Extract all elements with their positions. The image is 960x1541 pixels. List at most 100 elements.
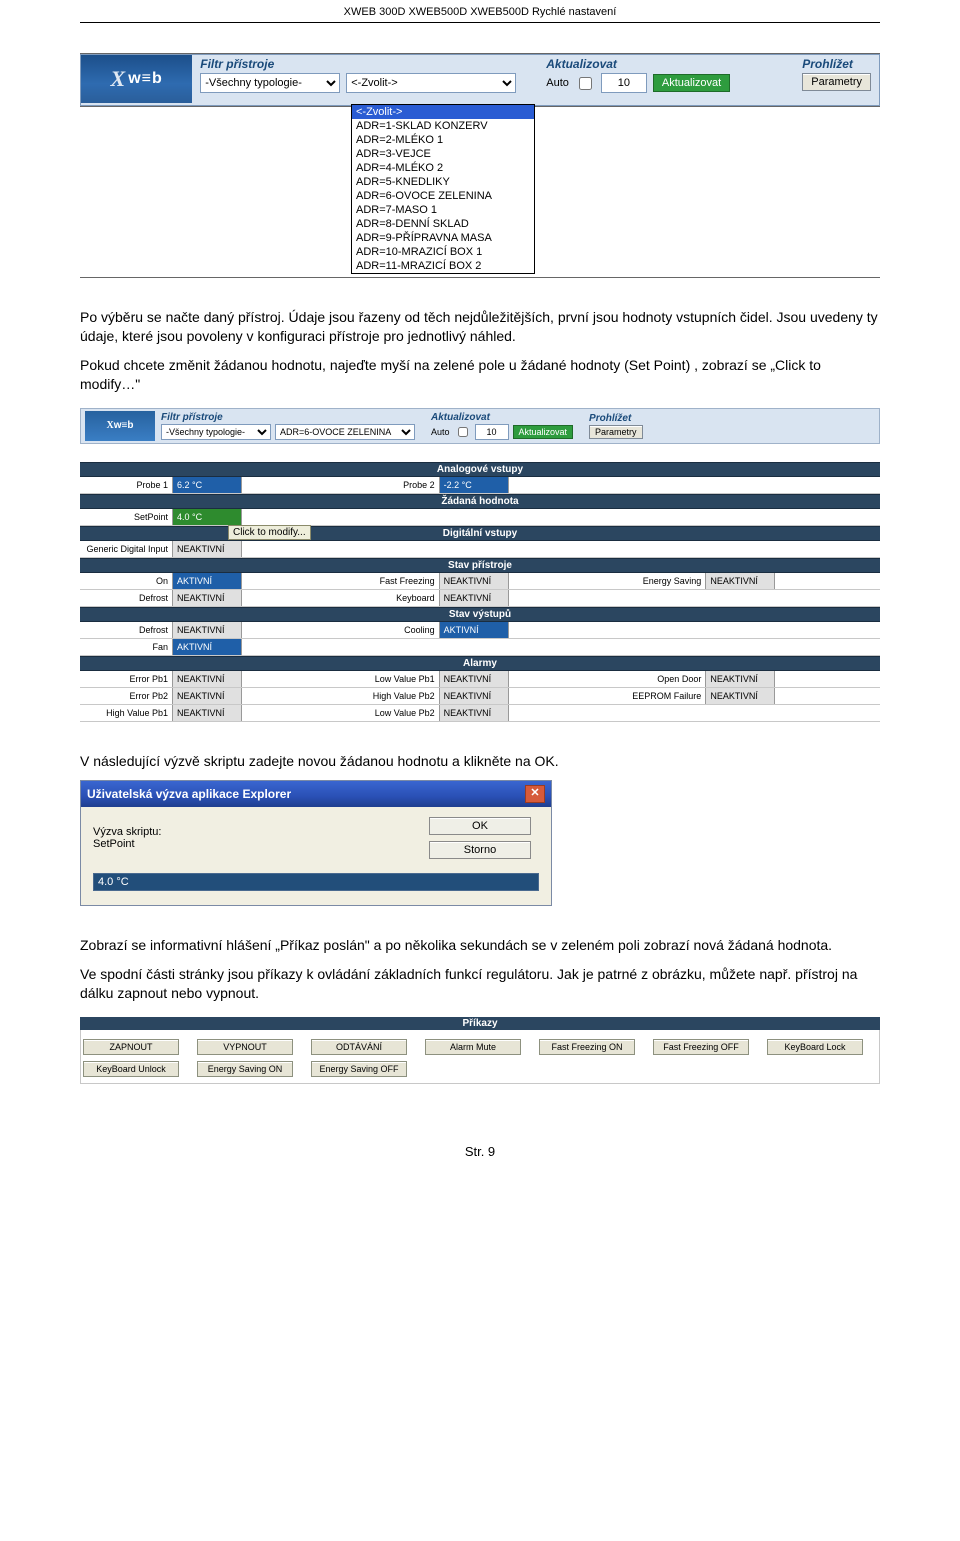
paragraph: Pokud chcete změnit žádanou hodnotu, naj… [80,356,880,394]
device-select[interactable]: <-Zvolit-> [346,73,516,93]
probe2-label: Probe 2 [347,477,439,493]
interval-input[interactable] [475,424,509,440]
alarm-row: High Value Pb1NEAKTIVNÍ Low Value Pb2NEA… [80,705,880,722]
typology-select[interactable]: -Všechny typologie- [161,424,271,440]
cmd-fast-freezing-on[interactable]: Fast Freezing ON [539,1039,635,1055]
dialog-titlebar: Uživatelská výzva aplikace Explorer ✕ [81,781,551,807]
filter-label: Filtr přístroje [200,57,530,71]
screenshot-toolbar-dropdown: X w≡b Filtr přístroje -Všechny typologie… [80,53,880,278]
section-header-status: Stav přístroje [80,558,880,573]
update-label: Aktualizovat [431,412,573,423]
dropdown-option[interactable]: ADR=11-MRAZICÍ BOX 2 [352,259,534,273]
mini-toolbar: Xw≡b Filtr přístroje -Všechny typologie-… [80,408,880,444]
close-icon[interactable]: ✕ [525,785,545,803]
page-footer: Str. 9 [0,1144,960,1189]
dropdown-option[interactable]: ADR=10-MRAZICÍ BOX 1 [352,245,534,259]
dropdown-option[interactable]: ADR=8-DENNÍ SKLAD [352,217,534,231]
dropdown-option[interactable]: ADR=9-PŘÍPRAVNA MASA [352,231,534,245]
outputs-row: FanAKTIVNÍ [80,639,880,656]
device-dropdown-list[interactable]: <-Zvolit-> ADR=1-SKLAD KONZERV ADR=2-MLÉ… [351,104,535,274]
gdi-label: Generic Digital Input [80,541,172,557]
parameters-button[interactable]: Parametry [589,425,643,439]
alarm-row: Error Pb2NEAKTIVNÍ High Value Pb2NEAKTIV… [80,688,880,705]
section-header-alarms: Alarmy [80,656,880,671]
paragraph: Po výběru se načte daný přístroj. Údaje … [80,308,880,346]
view-label: Prohlížet [802,57,871,71]
paragraph: Zobrazí se informativní hlášení „Příkaz … [80,936,880,955]
filter-toolbar: X w≡b Filtr přístroje -Všechny typologie… [80,54,880,106]
cmd-vypnout[interactable]: VYPNOUT [197,1039,293,1055]
screenshot-commands: Příkazy ZAPNOUT VYPNOUT ODTÁVÁNÍ Alarm M… [80,1017,880,1084]
ok-button[interactable]: OK [429,817,531,835]
device-select[interactable]: ADR=6-OVOCE ZELENINA [275,424,415,440]
update-group: Aktualizovat Auto Aktualizovat [538,55,794,93]
cmd-zapnout[interactable]: ZAPNOUT [83,1039,179,1055]
commands-row-2: KeyBoard Unlock Energy Saving ON Energy … [83,1058,877,1080]
dropdown-option[interactable]: ADR=7-MASO 1 [352,203,534,217]
divider [80,277,880,278]
setpoint-label: SetPoint [80,509,172,525]
dropdown-selected-item[interactable]: <-Zvolit-> [352,105,534,119]
alarm-row: Error Pb1NEAKTIVNÍ Low Value Pb1NEAKTIVN… [80,671,880,688]
auto-label: Auto [546,77,569,89]
section-header-setpoint: Žádaná hodnota [80,494,880,509]
paragraph: V následující výzvě skriptu zadejte novo… [80,752,880,771]
status-row: DefrostNEAKTIVNÍ KeyboardNEAKTIVNÍ [80,590,880,607]
interval-input[interactable] [601,73,647,93]
setpoint-input[interactable] [93,873,539,891]
update-button[interactable]: Aktualizovat [513,425,574,439]
dropdown-option[interactable]: ADR=4-MLÉKO 2 [352,161,534,175]
section-header-digital: Digitální vstupy [80,526,880,541]
header-underline [80,22,880,23]
xweb-logo: Xw≡b [85,411,155,441]
dropdown-option[interactable]: ADR=1-SKLAD KONZERV [352,119,534,133]
prompt-label-2: SetPoint [93,838,419,850]
commands-row-1: ZAPNOUT VYPNOUT ODTÁVÁNÍ Alarm Mute Fast… [83,1036,877,1058]
probe1-value: 6.2 °C [172,477,242,493]
xweb-logo: X w≡b [81,55,192,103]
auto-checkbox[interactable] [579,77,592,90]
tooltip-click-to-modify: Click to modify... [228,525,311,540]
section-header-analog: Analogové vstupy [80,462,880,477]
digital-row: Generic Digital InputNEAKTIVNÍ [80,541,880,558]
auto-label: Auto [431,427,450,437]
cmd-energy-saving-on[interactable]: Energy Saving ON [197,1061,293,1077]
update-label: Aktualizovat [546,57,786,71]
dropdown-option[interactable]: ADR=3-VEJCE [352,147,534,161]
update-button[interactable]: Aktualizovat [653,74,730,92]
cmd-alarm-mute[interactable]: Alarm Mute [425,1039,521,1055]
setpoint-value[interactable]: 4.0 °C [172,509,242,525]
view-group: Prohlížet Parametry [794,55,879,91]
prompt-label-1: Výzva skriptu: [93,826,419,838]
dialog-title: Uživatelská výzva aplikace Explorer [87,787,291,801]
probe2-value: -2.2 °C [439,477,509,493]
outputs-row: DefrostNEAKTIVNÍ CoolingAKTIVNÍ [80,622,880,639]
parameters-button[interactable]: Parametry [802,73,871,91]
logo-x-icon: X [111,66,127,92]
filter-label: Filtr přístroje [161,412,415,423]
cmd-energy-saving-off[interactable]: Energy Saving OFF [311,1061,407,1077]
dropdown-option[interactable]: ADR=6-OVOCE ZELENINA [352,189,534,203]
paragraph: Ve spodní části stránky jsou příkazy k o… [80,965,880,1003]
dropdown-option[interactable]: ADR=5-KNEDLIKY [352,175,534,189]
dropdown-option[interactable]: ADR=2-MLÉKO 1 [352,133,534,147]
commands-header: Příkazy [80,1017,880,1030]
cmd-keyboard-lock[interactable]: KeyBoard Lock [767,1039,863,1055]
view-label: Prohlížet [589,413,643,424]
analog-row: Probe 16.2 °C Probe 2-2.2 °C [80,477,880,494]
auto-checkbox[interactable] [458,427,468,437]
page-header: XWEB 300D XWEB500D XWEB500D Rychlé nasta… [0,0,960,22]
status-row: OnAKTIVNÍ Fast FreezingNEAKTIVNÍ Energy … [80,573,880,590]
cmd-keyboard-unlock[interactable]: KeyBoard Unlock [83,1061,179,1077]
cancel-button[interactable]: Storno [429,841,531,859]
typology-select[interactable]: -Všechny typologie- [200,73,340,93]
section-header-outputs: Stav výstupů [80,607,880,622]
cmd-odtavani[interactable]: ODTÁVÁNÍ [311,1039,407,1055]
logo-text: w≡b [128,70,163,88]
explorer-prompt-dialog: Uživatelská výzva aplikace Explorer ✕ Vý… [80,780,552,906]
cmd-fast-freezing-off[interactable]: Fast Freezing OFF [653,1039,749,1055]
screenshot-device-detail: Xw≡b Filtr přístroje -Všechny typologie-… [80,408,880,722]
setpoint-row: SetPoint4.0 °C [80,509,880,526]
probe1-label: Probe 1 [80,477,172,493]
filter-group: Filtr přístroje -Všechny typologie- <-Zv… [192,55,538,93]
